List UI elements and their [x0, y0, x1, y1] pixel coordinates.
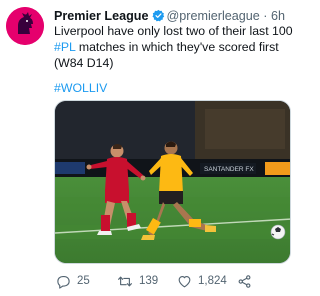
tweet-text-part-2: matches in which they've scored first (W… — [54, 40, 279, 70]
retweet-button[interactable]: 139 — [117, 272, 158, 290]
tweet-header: Premier League @premierleague · 6h — [54, 8, 294, 24]
tweet-text: Liverpool have only lost two of their la… — [54, 23, 296, 71]
retweet-count: 139 — [139, 275, 159, 287]
football — [270, 224, 286, 240]
premier-league-lion-icon — [6, 7, 44, 45]
share-button[interactable] — [237, 272, 252, 290]
reply-count: 25 — [77, 275, 90, 287]
hashtag-pl-link[interactable]: #PL — [54, 40, 75, 54]
tweet-timestamp[interactable]: 6h — [271, 9, 285, 23]
ad-board-text: SANTANDER FX — [204, 166, 254, 173]
heart-icon — [177, 274, 192, 289]
tweet-actions: 25 139 1,824 — [54, 272, 294, 290]
tweet-photo[interactable]: SANTANDER FX — [54, 100, 291, 264]
account-handle[interactable]: @premierleague — [167, 9, 260, 23]
like-count: 1,824 — [198, 275, 227, 287]
like-button[interactable]: 1,824 — [177, 272, 227, 290]
hashtag-wolliv-link[interactable]: #WOLLIV — [54, 80, 107, 96]
tweet-text-part-1: Liverpool have only lost two of their la… — [54, 24, 293, 38]
reply-icon — [56, 274, 71, 289]
retweet-icon — [117, 274, 133, 289]
tweet-card[interactable]: Premier League @premierleague · 6h Liverp… — [0, 0, 300, 296]
reply-button[interactable]: 25 — [56, 272, 90, 290]
football-match-photo: SANTANDER FX — [55, 101, 290, 263]
verified-badge-icon — [151, 9, 165, 24]
header-separator: · — [263, 9, 268, 23]
account-avatar[interactable] — [6, 7, 44, 45]
share-icon — [237, 274, 252, 289]
account-name[interactable]: Premier League — [54, 9, 149, 23]
